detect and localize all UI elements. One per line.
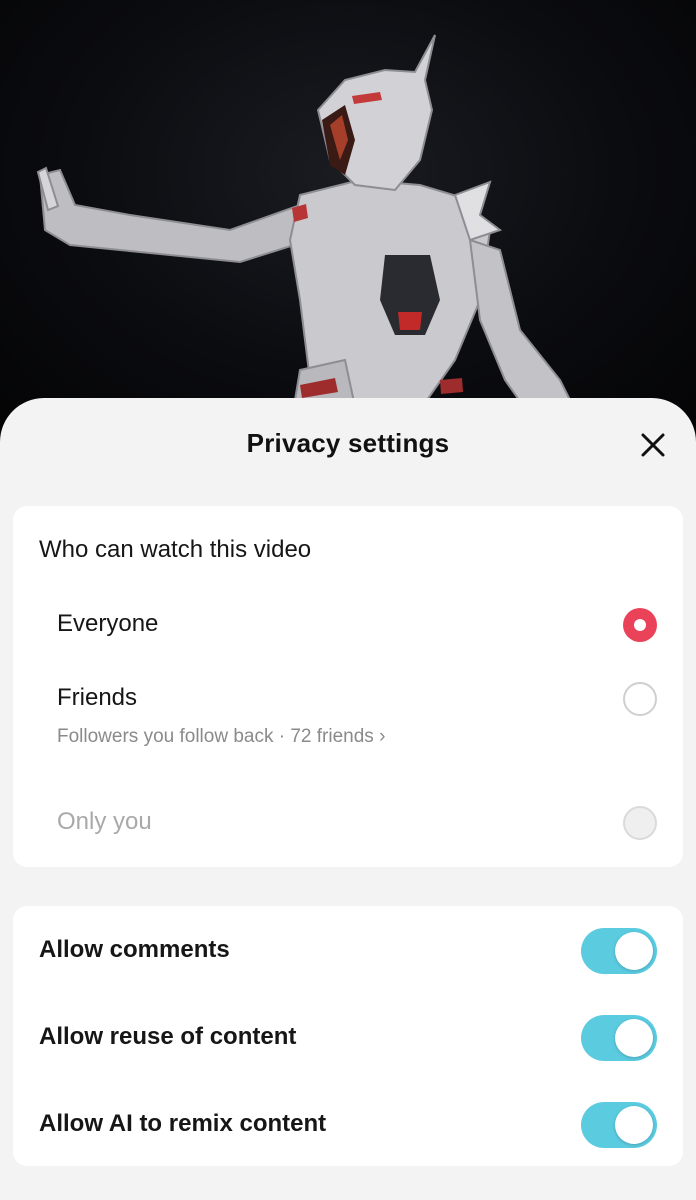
allow-reuse-toggle[interactable] (581, 1015, 657, 1061)
option-only-you[interactable]: Only you (13, 800, 683, 856)
screen: Privacy settings Who can watch this vide… (0, 0, 696, 1200)
option-everyone[interactable]: Everyone (13, 602, 683, 658)
radio-only-you-disabled[interactable] (623, 806, 657, 840)
allow-ai-remix-label: Allow AI to remix content (39, 1110, 327, 1137)
friends-sublabel-link[interactable]: Followers you follow back · 72 friends › (57, 726, 385, 748)
toggle-row-comments: Allow comments (13, 910, 683, 996)
radio-friends[interactable] (623, 682, 657, 716)
option-friends[interactable]: Friends Followers you follow back · 72 f… (13, 676, 683, 772)
toggle-knob (615, 1019, 653, 1057)
radio-everyone-selected[interactable] (623, 608, 657, 642)
audience-heading: Who can watch this video (39, 536, 312, 563)
option-everyone-label: Everyone (57, 610, 159, 637)
permissions-card: Allow comments Allow reuse of content Al… (13, 906, 683, 1166)
option-friends-label: Friends (57, 684, 138, 711)
close-icon (641, 433, 665, 457)
audience-card: Who can watch this video Everyone Friend… (13, 506, 683, 867)
allow-reuse-label: Allow reuse of content (39, 1023, 297, 1050)
close-button[interactable] (638, 430, 668, 460)
toggle-knob (615, 932, 653, 970)
toggle-row-reuse: Allow reuse of content (13, 997, 683, 1083)
toggle-row-ai-remix: Allow AI to remix content (13, 1084, 683, 1170)
video-background (0, 0, 696, 430)
allow-comments-toggle[interactable] (581, 928, 657, 974)
sheet-title: Privacy settings (246, 428, 450, 458)
toggle-knob (615, 1106, 653, 1144)
video-figure-image (36, 34, 587, 430)
sheet-header: Privacy settings (0, 398, 696, 494)
option-only-you-label: Only you (57, 808, 152, 835)
allow-ai-remix-toggle[interactable] (581, 1102, 657, 1148)
privacy-settings-sheet: Privacy settings Who can watch this vide… (0, 398, 696, 1200)
allow-comments-label: Allow comments (39, 936, 230, 963)
